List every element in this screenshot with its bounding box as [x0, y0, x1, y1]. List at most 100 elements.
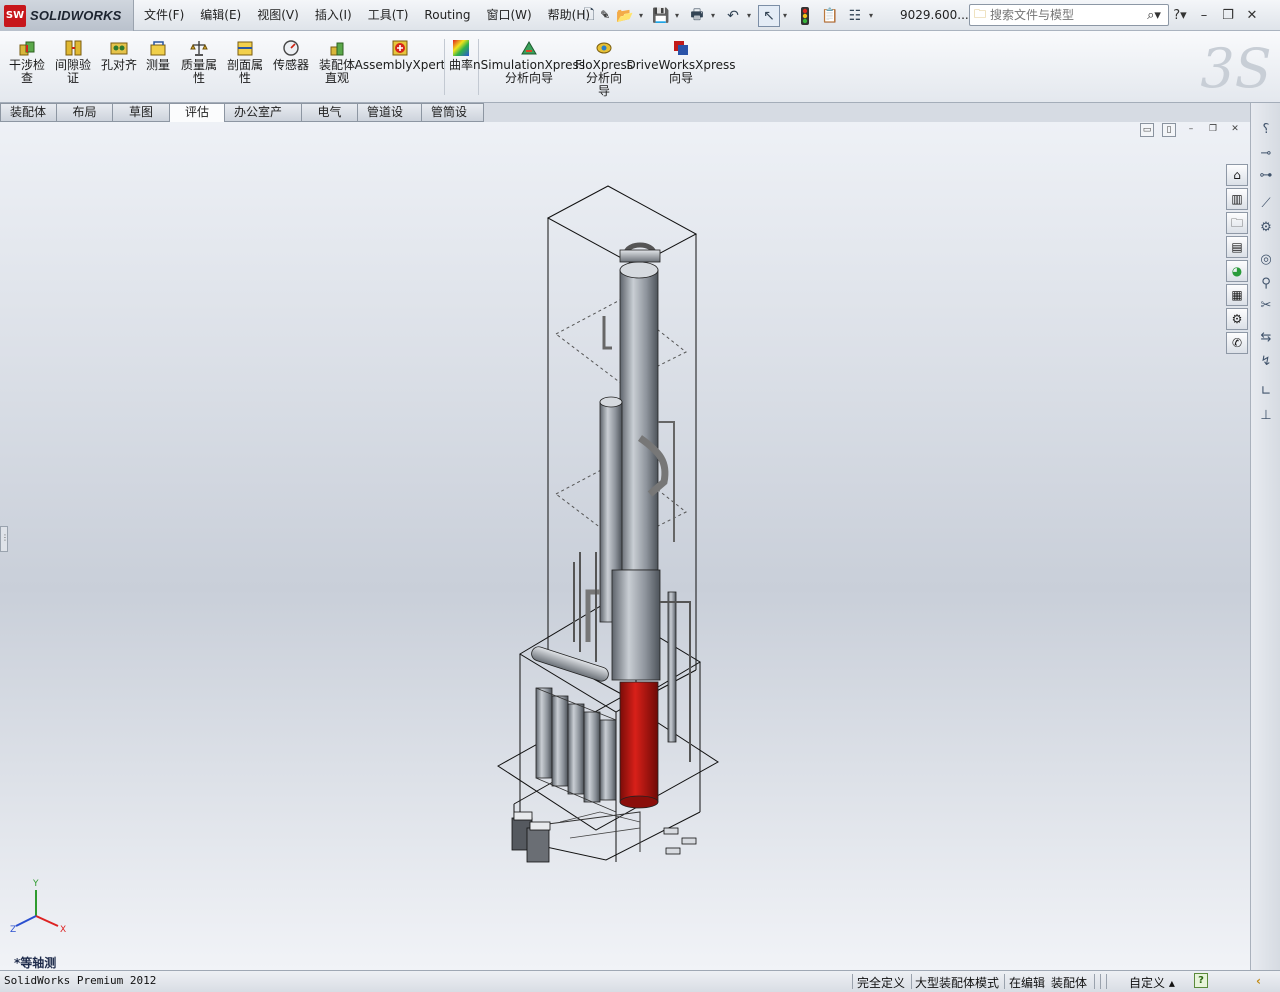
ribbon-label: 测量	[146, 59, 170, 72]
open-dropdown-icon[interactable]: ▾	[639, 11, 647, 20]
hole-alignment-button[interactable]: 孔对齐	[100, 39, 138, 72]
tab-tubing[interactable]: 管筒设计	[422, 103, 484, 122]
tab-piping[interactable]: 管道设计	[358, 103, 422, 122]
assembly-model-view[interactable]: Y X Z	[0, 122, 1250, 970]
help-icon[interactable]: ?▾	[1172, 8, 1188, 23]
quick-access-toolbar: 🗋▾ 📂▾ 💾▾ 🖶▾ ↶▾ ↖▾ 📋 ☷▾	[578, 4, 877, 27]
assembly-visualization-icon	[327, 39, 347, 57]
ribbon-label: 曲率	[449, 59, 473, 72]
new-document-icon[interactable]: 🗋	[578, 5, 600, 27]
quick-tips-icon[interactable]: ?	[1194, 973, 1208, 988]
close-icon[interactable]: ✕	[1244, 8, 1260, 23]
menu-view[interactable]: 视图(V)	[249, 0, 307, 31]
clip-icon[interactable]: ⇆	[1257, 329, 1275, 347]
folder-icon: 🗀	[970, 5, 990, 26]
clearance-verification-button[interactable]: 间隙验 证	[54, 39, 92, 85]
add-fitting-icon[interactable]: ⚙	[1257, 219, 1275, 237]
brand-name: SOLIDWORKS	[30, 8, 122, 23]
save-icon[interactable]: 💾	[650, 5, 672, 27]
mass-properties-icon	[189, 39, 209, 57]
options-icon[interactable]: ☷	[844, 5, 866, 27]
menu-edit[interactable]: 编辑(E)	[192, 0, 249, 31]
solidworks-logo[interactable]: SW SOLIDWORKS	[0, 0, 134, 31]
hole-alignment-icon	[109, 39, 129, 57]
select-cursor-icon[interactable]: ↖	[758, 5, 780, 27]
rebuild-traffic-light-icon[interactable]	[794, 5, 816, 27]
measure-icon	[148, 39, 168, 57]
ribbon-separator	[444, 39, 445, 95]
search-input[interactable]	[990, 8, 1140, 22]
solidworks-forum-icon[interactable]: ✆	[1226, 332, 1248, 354]
flange-icon[interactable]: ◎	[1257, 251, 1275, 269]
support-icon[interactable]: ⊥	[1257, 407, 1275, 425]
sensor-button[interactable]: 传感器	[272, 39, 310, 72]
routing-library-icon[interactable]: ⚙	[1226, 308, 1248, 330]
elbow-icon[interactable]: ∟	[1257, 383, 1275, 401]
select-dropdown-icon[interactable]: ▾	[783, 11, 791, 20]
tab-evaluate[interactable]: 评估	[170, 103, 225, 124]
measure-button[interactable]: 测量	[140, 39, 176, 72]
home-icon[interactable]: ⌂	[1226, 164, 1248, 186]
undo-dropdown-icon[interactable]: ▾	[747, 11, 755, 20]
assembly-visualization-button[interactable]: 装配体 直观	[317, 39, 357, 85]
driveworksxpress-button[interactable]: DriveWorksXpress 向导	[636, 39, 726, 85]
ribbon-label: nSimulationXpress 分析向导	[473, 59, 585, 85]
triad-y-label: Y	[32, 879, 39, 889]
bend-icon[interactable]: ↯	[1257, 353, 1275, 371]
custom-properties-icon[interactable]: ▦	[1226, 284, 1248, 306]
options-dropdown-icon[interactable]: ▾	[869, 11, 877, 20]
design-library-icon[interactable]: ▥	[1226, 188, 1248, 210]
open-folder-icon[interactable]: 📂	[614, 5, 636, 27]
search-icon[interactable]: ⌕▾	[1140, 8, 1168, 23]
expand-arrow-icon[interactable]: ‹	[1256, 974, 1261, 988]
ribbon-label: FloXpress 分析向 导	[575, 59, 633, 98]
file-properties-icon[interactable]: 📋	[819, 5, 841, 27]
valve-icon[interactable]: ⚲	[1257, 275, 1275, 293]
undo-icon[interactable]: ↶	[722, 5, 744, 27]
floxpress-button[interactable]: FloXpress 分析向 导	[579, 39, 629, 98]
restore-icon[interactable]: ❐	[1220, 8, 1236, 23]
status-separator	[1094, 974, 1095, 989]
coupling-icon[interactable]: ✂	[1257, 297, 1275, 315]
graphics-area[interactable]: ▭ ▯ – ❐ ✕ ⋮	[0, 122, 1250, 970]
exchanger-bank	[530, 645, 616, 812]
section-properties-button[interactable]: 剖面属 性	[226, 39, 264, 85]
route-point-icon[interactable]: ⊸	[1257, 145, 1275, 163]
status-separator	[911, 974, 912, 989]
tab-electrical[interactable]: 电气	[302, 103, 358, 122]
task-pane-tabs: ⌂ ▥ 🗀 ▤ ◕ ▦ ⚙ ✆	[1226, 164, 1250, 356]
menu-routing[interactable]: Routing	[416, 0, 478, 31]
print-icon[interactable]: 🖶	[686, 5, 708, 27]
minimize-icon[interactable]: –	[1196, 8, 1212, 23]
menu-insert[interactable]: 插入(I)	[307, 0, 360, 31]
assemblyxpert-icon	[390, 39, 410, 57]
view-orientation-label: *等轴测	[14, 954, 56, 970]
curvature-button[interactable]: 曲率	[448, 39, 474, 72]
help-cursor-icon[interactable]: ⸮	[1257, 121, 1275, 139]
units-selector[interactable]: 自定义 ▴	[1129, 974, 1175, 991]
assemblyxpert-button[interactable]: AssemblyXpert	[364, 39, 436, 72]
simulationxpress-button[interactable]: nSimulationXpress 分析向导	[484, 39, 574, 85]
tab-office-products[interactable]: 办公室产品	[225, 103, 302, 122]
tab-layout[interactable]: 布局	[57, 103, 113, 122]
view-palette-icon[interactable]: ▤	[1226, 236, 1248, 258]
menu-file[interactable]: 文件(F)	[136, 0, 192, 31]
save-dropdown-icon[interactable]: ▾	[675, 11, 683, 20]
ribbon-label: 干涉检 查	[9, 59, 45, 85]
print-dropdown-icon[interactable]: ▾	[711, 11, 719, 20]
split-route-icon[interactable]: ⊶	[1257, 167, 1275, 185]
menu-window[interactable]: 窗口(W)	[478, 0, 539, 31]
mass-properties-button[interactable]: 质量属 性	[180, 39, 218, 85]
pipe-edit-icon[interactable]: ⟋	[1257, 195, 1275, 213]
curvature-icon	[451, 39, 471, 57]
menu-tools[interactable]: 工具(T)	[360, 0, 417, 31]
tab-assembly[interactable]: 装配体	[0, 103, 57, 122]
file-explorer-icon[interactable]: 🗀	[1226, 212, 1248, 234]
product-name: SolidWorks Premium 2012	[4, 974, 156, 987]
driveworksxpress-icon	[671, 39, 691, 57]
status-assembly: 装配体	[1051, 974, 1087, 991]
appearances-icon[interactable]: ◕	[1226, 260, 1248, 282]
interference-check-button[interactable]: 干涉检 查	[8, 39, 46, 85]
new-dropdown-icon[interactable]: ▾	[603, 11, 611, 20]
tab-sketch[interactable]: 草图	[113, 103, 170, 122]
